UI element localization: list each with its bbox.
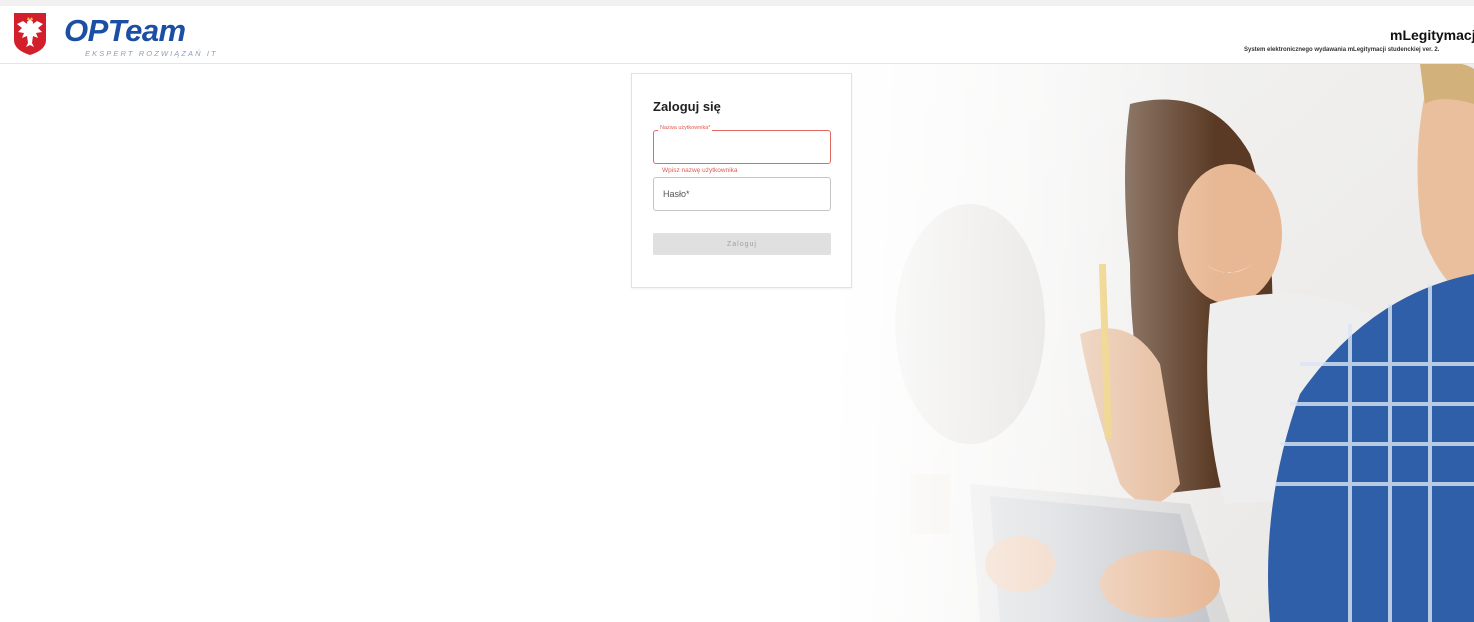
polish-eagle-emblem-icon [14, 13, 46, 55]
username-error-text: Wpisz nazwę użytkownika [662, 167, 738, 174]
app-subtitle: System elektronicznego wydawania mLegity… [1244, 47, 1440, 53]
username-field[interactable]: Nazwa użytkownika* [653, 125, 831, 164]
password-placeholder: Hasło* [663, 189, 690, 199]
login-card: Zaloguj się Nazwa użytkownika* Wpisz naz… [631, 73, 852, 288]
hero-photo [830, 64, 1474, 622]
app-header: OPTeam EKSPERT ROZWIĄZAŃ IT mLegitymacja… [0, 6, 1474, 64]
login-title: Zaloguj się [653, 99, 721, 114]
username-label: Nazwa użytkownika* [658, 125, 713, 131]
login-button[interactable]: Zaloguj [653, 233, 831, 255]
brand-wordmark: OPTeam [64, 13, 186, 48]
password-field[interactable]: Hasło* [653, 177, 831, 211]
brand-logo[interactable]: OPTeam EKSPERT ROZWIĄZAŃ IT [64, 12, 216, 60]
app-title-text: mLegitymacja [1390, 27, 1474, 43]
brand-tagline: EKSPERT ROZWIĄZAŃ IT [85, 49, 218, 58]
